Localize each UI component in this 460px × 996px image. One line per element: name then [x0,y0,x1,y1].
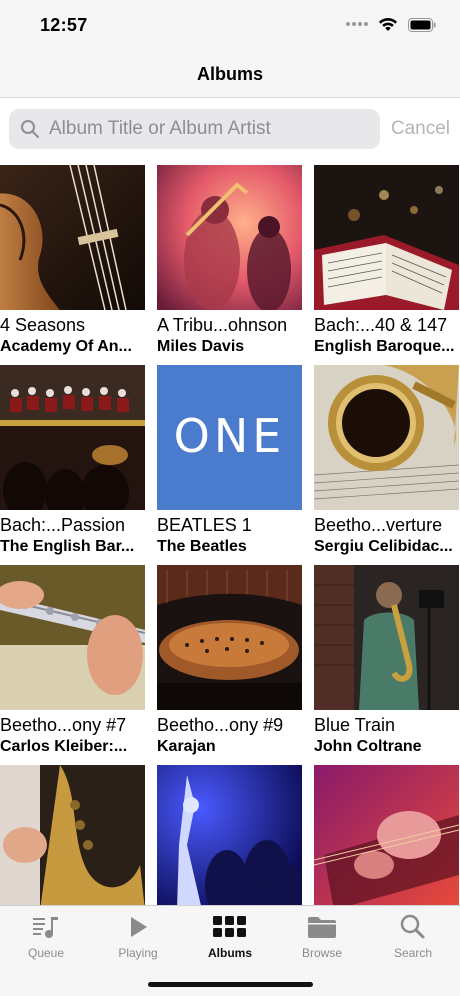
album-tile[interactable]: Bach:...Passion The English Bar... [0,365,145,558]
album-title: 4 Seasons [0,315,86,335]
wifi-icon [378,17,398,32]
tab-albums[interactable]: Albums [190,914,270,960]
album-cover [314,165,459,310]
album-cover [0,365,145,510]
album-tile[interactable] [314,765,459,905]
search-bar: Cancel [0,99,460,161]
signal-dots-icon [346,21,368,28]
status-time: 12:57 [40,15,88,35]
status-icons [346,17,436,32]
album-title: Beetho...ony #7 [0,715,127,735]
album-title: BEATLES 1 [157,515,252,535]
album-tile[interactable]: ONE BEATLES 1 The Beatles [157,365,302,558]
album-title: A Tribu...ohnson [157,315,288,335]
search-input[interactable] [49,109,369,149]
tab-label: Browse [301,946,342,960]
album-artist: The Beatles [157,538,247,555]
tab-queue[interactable]: Queue [6,914,86,960]
album-tile[interactable]: Beetho...verture Sergiu Celibidac... [314,365,459,558]
album-tile[interactable] [0,765,145,905]
cancel-button[interactable]: Cancel [391,118,450,140]
tab-browse[interactable]: Browse [282,914,362,960]
queue-icon [33,917,58,938]
album-tile[interactable]: A Tribu...ohnson Miles Davis [157,165,302,358]
search-icon [400,914,425,939]
folder-icon [308,917,336,938]
album-artist: Sergiu Celibidac... [314,538,453,555]
album-title: Beetho...ony #9 [157,715,284,735]
page-title: Albums [196,64,263,84]
album-cover [157,165,302,310]
album-cover [0,765,145,905]
album-grid[interactable]: 4 Seasons Academy Of An... A Tribu...ohn… [0,165,460,905]
search-field[interactable] [9,109,380,149]
album-cover [157,565,302,710]
album-artist: Academy Of An... [0,338,132,355]
tab-search[interactable]: Search [373,914,453,960]
status-bar: 12:57 [0,0,460,52]
album-cover [0,565,145,710]
album-artist: The English Bar... [0,538,135,555]
album-tile[interactable]: Blue Train John Coltrane [314,565,459,758]
album-tile[interactable]: Beetho...ony #7 Carlos Kleiber:... [0,565,145,758]
album-artist: Carlos Kleiber:... [0,738,128,755]
album-artist: English Baroque... [314,338,455,355]
album-artist: John Coltrane [314,738,422,755]
album-artist: Karajan [157,738,216,755]
album-cover [314,565,459,710]
play-icon [131,917,147,937]
tab-label: Albums [207,946,252,960]
tab-label: Queue [27,946,65,960]
album-title: Blue Train [314,715,396,735]
album-cover [314,765,459,905]
tab-label: Playing [118,946,158,960]
album-tile[interactable]: 4 Seasons Academy Of An... [0,165,145,358]
album-cover [0,165,145,310]
album-title: Bach:...40 & 147 [314,315,448,335]
album-cover [314,365,459,510]
album-title: Bach:...Passion [0,515,126,535]
album-cover [157,765,302,905]
album-title: Beetho...verture [314,515,443,535]
album-tile[interactable]: Bach:...40 & 147 English Baroque... [314,165,459,358]
magnifier-icon [20,119,40,144]
album-tile[interactable] [157,765,302,905]
tab-playing[interactable]: Playing [98,914,178,960]
cover-text: ONE [173,409,286,463]
tab-label: Search [393,946,433,960]
albums-grid-icon [213,916,246,937]
battery-icon [408,17,436,32]
album-artist: Miles Davis [157,338,245,355]
album-tile[interactable]: Beetho...ony #9 Karajan [157,565,302,758]
home-indicator[interactable] [148,982,313,987]
nav-bar: Albums [0,52,460,98]
album-cover: ONE [157,365,302,510]
